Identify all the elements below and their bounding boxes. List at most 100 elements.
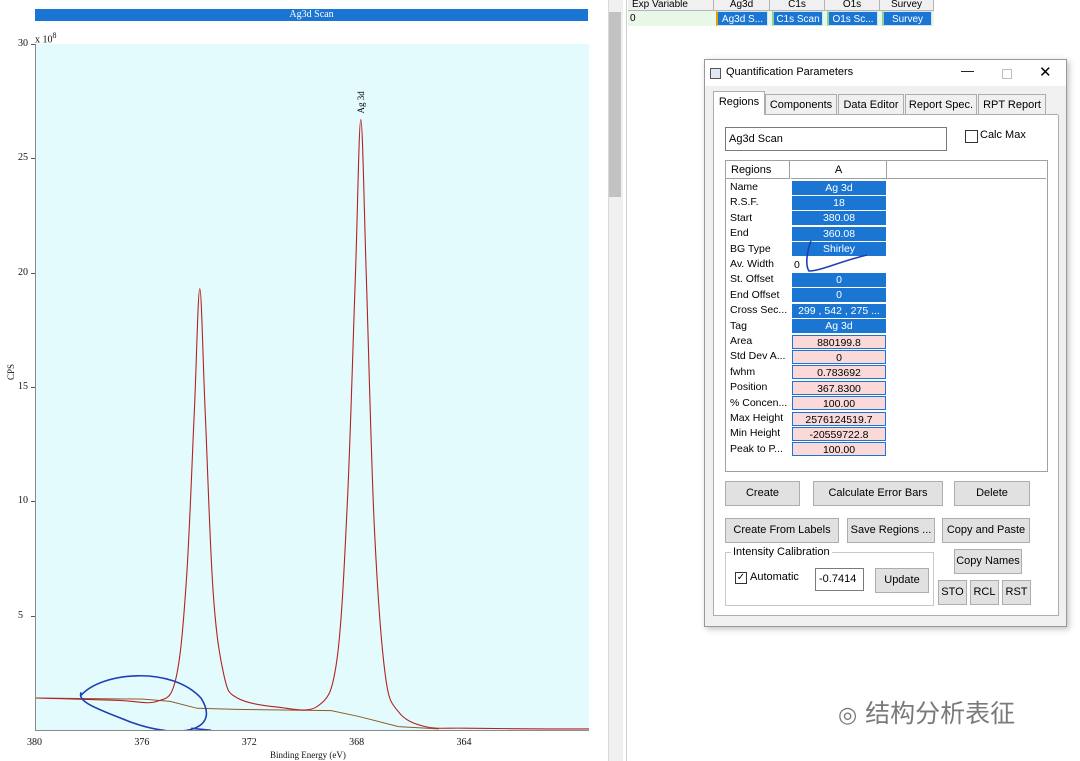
y-tick-mark [31,501,35,503]
row-value[interactable]: Ag 3d [792,319,886,334]
watermark-text: 结构分析表征 [865,699,1016,728]
tab-data-editor[interactable]: Data Editor [838,94,904,114]
quantification-dialog: Quantification Parameters — ✕ Regions Co… [704,59,1067,627]
automatic-label: Automatic [750,571,799,583]
row-value[interactable]: 880199.8 [792,334,886,349]
grid-header-c1s[interactable]: C1s [770,0,825,11]
tab-regions[interactable]: Regions [713,91,765,115]
table-header-filler [887,161,1046,179]
spectrum-plot-area[interactable]: Ag 3d [35,44,589,731]
y-axis-label: CPS [6,363,16,380]
row-value[interactable]: 100.00 [792,442,886,457]
row-value[interactable]: 2576124519.7 [792,411,886,426]
spectrum-title-bar[interactable]: Ag3d Scan [35,9,588,21]
calibration-value-input[interactable]: -0.7414 [815,568,864,591]
pane-separator [626,0,627,761]
rst-button[interactable]: RST [1002,580,1031,605]
x-tick-label: 380 [27,737,42,748]
copy-and-paste-button[interactable]: Copy and Paste [942,518,1030,543]
row-label: Av. Width [730,258,774,270]
row-label: fwhm [730,365,756,378]
rcl-button[interactable]: RCL [970,580,999,605]
x-tick-label: 376 [134,737,150,748]
maximize-icon[interactable] [1002,69,1012,79]
spectrum-line [36,118,589,730]
grid-header-ag3d[interactable]: Ag3d [714,0,770,11]
create-button[interactable]: Create [725,481,800,506]
intensity-calibration-label: Intensity Calibration [731,546,832,558]
grid-cell-survey[interactable]: Survey [882,11,932,26]
calc-max-label: Calc Max [980,129,1026,141]
x-axis-label: Binding Energy (eV) [270,750,346,760]
row-label: Name [730,181,759,193]
sto-button[interactable]: STO [938,580,967,605]
row-value[interactable]: 18 [792,195,886,210]
minimize-icon[interactable]: — [961,63,974,78]
scribble-annotation [806,240,868,272]
x-tick-label: 364 [456,737,472,748]
grid-header-survey[interactable]: Survey [880,0,934,11]
row-label: St. Offset [730,273,774,286]
row-label: Min Height [730,427,781,440]
row-label: Cross Sec... [730,304,788,317]
dialog-title: Quantification Parameters [726,66,854,78]
row-label: Start [730,211,753,224]
table-header-a[interactable]: A [791,161,887,179]
row-value[interactable]: Ag 3d [792,180,886,195]
row-label: R.S.F. [730,196,759,209]
copy-names-button[interactable]: Copy Names [954,549,1022,574]
y-tick-label: 20 [18,266,28,278]
x-axis: 380 376 372 368 364 [0,735,608,749]
y-tick-label: 30 [18,38,28,49]
row-label: End Offset [730,288,780,301]
calculate-error-bars-button[interactable]: Calculate Error Bars [813,481,943,506]
row-value[interactable]: 367.8300 [792,380,886,395]
tab-components[interactable]: Components [765,94,837,114]
close-icon[interactable]: ✕ [1039,63,1052,81]
create-from-labels-button[interactable]: Create From Labels [725,518,839,543]
row-value[interactable]: -20559722.8 [792,426,886,441]
row-label: Peak to P... [730,442,783,455]
row-label: % Concen... [730,396,788,409]
wechat-icon: ◎ [838,703,858,728]
tab-rpt-report[interactable]: RPT Report [978,94,1046,114]
x-tick-label: 372 [241,737,257,748]
y-tick-mark [31,158,35,160]
row-label: Std Dev A... [730,350,786,363]
y-tick-mark [31,387,35,388]
grid-row-index: 0 [630,13,636,24]
row-label: Position [730,381,768,394]
y-tick-label: 15 [18,381,28,392]
background-line [36,697,439,730]
y-tick-label: 10 [18,495,28,507]
row-value[interactable]: 0 [792,288,886,303]
update-button[interactable]: Update [875,568,929,593]
automatic-checkbox[interactable]: ✓ [735,572,747,584]
grid-cell-c1s[interactable]: C1s Scan [772,11,823,26]
y-tick-mark [31,272,35,274]
grid-header-exp-variable[interactable]: Exp Variable [628,0,714,11]
y-tick-mark [31,44,35,45]
row-value[interactable]: 380.08 [792,211,886,226]
row-label: Tag [730,319,747,332]
peak-label: Ag 3d [356,91,366,114]
delete-button[interactable]: Delete [954,481,1030,506]
row-value[interactable]: 0.783692 [792,365,886,380]
grid-header-o1s[interactable]: O1s [825,0,880,11]
grid-cell-ag3d[interactable]: Ag3d S... [716,11,768,26]
regions-table[interactable]: Regions A Name Ag 3d R.S.F. 18 Start 380.08 En… [725,160,1048,472]
region-name-input[interactable]: Ag3d Scan [725,127,947,151]
row-label: BG Type [730,242,771,255]
y-tick-mark [31,615,35,617]
grid-cell-o1s[interactable]: O1s Sc... [827,11,878,26]
table-header-regions[interactable]: Regions [726,161,790,179]
save-regions-button[interactable]: Save Regions ... [847,518,935,543]
y-tick-label: 25 [18,152,28,164]
tab-report-spec[interactable]: Report Spec. [905,94,977,114]
scrollbar-thumb[interactable] [609,12,621,197]
calc-max-checkbox[interactable] [965,130,978,143]
row-value[interactable]: 0 [792,349,886,364]
row-value[interactable]: 299 , 542 , 275 ... [792,303,886,318]
x-tick-label: 368 [349,737,365,748]
row-value[interactable]: 100.00 [792,396,886,411]
